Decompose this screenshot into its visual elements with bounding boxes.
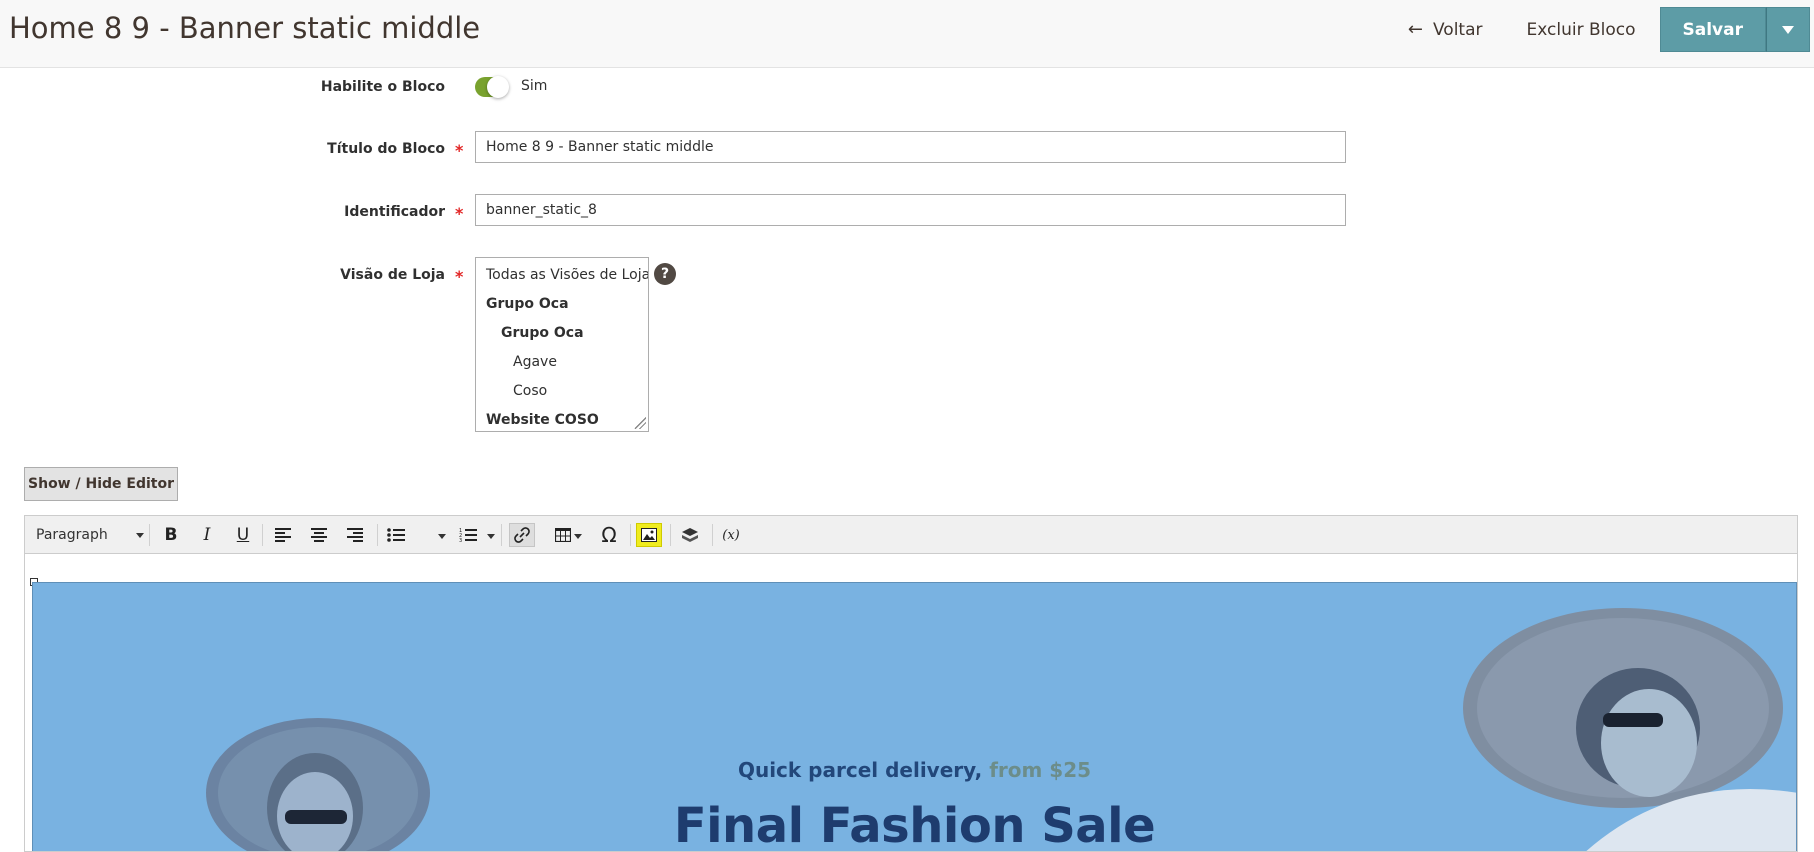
special-char-icon[interactable]: Ω xyxy=(596,523,622,547)
save-options-toggle[interactable] xyxy=(1766,7,1810,52)
format-select[interactable]: Paragraph xyxy=(36,524,144,546)
wysiwyg-editor: Paragraph B I U 123 Ω (x) Quick parcel d… xyxy=(24,515,1798,852)
help-icon[interactable]: ? xyxy=(654,263,676,285)
store-view-option[interactable]: Todas as Visões de Loja xyxy=(476,261,648,290)
identifier-label: Identificador xyxy=(344,204,445,220)
align-center-icon[interactable] xyxy=(306,523,332,547)
banner-title: Final Fashion Sale xyxy=(673,798,1156,852)
store-view-option[interactable]: Website COSO xyxy=(476,406,648,431)
store-view-option[interactable]: Grupo Oca xyxy=(476,290,648,319)
table-icon[interactable] xyxy=(550,523,576,547)
store-view-option[interactable]: Agave xyxy=(476,348,648,377)
editor-toolbar: Paragraph B I U 123 Ω (x) xyxy=(25,516,1797,554)
store-view-option[interactable]: Coso xyxy=(476,377,648,406)
back-button[interactable]: ← Voltar xyxy=(1392,7,1499,52)
align-right-icon[interactable] xyxy=(342,523,368,547)
toolbar-divider xyxy=(712,524,713,546)
arrow-left-icon: ← xyxy=(1407,19,1423,40)
link-icon[interactable] xyxy=(509,523,535,547)
toolbar-divider xyxy=(670,524,671,546)
align-left-icon[interactable] xyxy=(270,523,296,547)
store-view-option[interactable]: Grupo Oca xyxy=(476,319,648,348)
chevron-down-icon xyxy=(1782,25,1794,34)
toolbar-divider xyxy=(377,524,378,546)
image-icon[interactable] xyxy=(636,523,662,547)
page-header: Home 8 9 - Banner static middle ← Voltar… xyxy=(0,0,1814,68)
store-view-multiselect[interactable]: Todas as Visões de Loja Grupo Oca Grupo Oc… xyxy=(475,257,649,432)
chevron-down-icon[interactable] xyxy=(574,534,582,539)
banner-subtitle-price: from $25 xyxy=(989,758,1092,782)
toolbar-divider xyxy=(630,524,631,546)
chevron-down-icon[interactable] xyxy=(438,534,446,539)
variable-icon[interactable]: (x) xyxy=(718,523,744,547)
block-title-input[interactable] xyxy=(475,131,1346,163)
block-title-label: Título do Bloco xyxy=(327,141,445,157)
numbered-list-icon[interactable]: 123 xyxy=(455,523,481,547)
header-actions: ← Voltar Excluir Bloco Salvar xyxy=(1392,7,1814,52)
identifier-input[interactable] xyxy=(475,194,1346,226)
required-marker: * xyxy=(455,267,464,286)
widget-icon[interactable] xyxy=(677,523,703,547)
chevron-down-icon[interactable] xyxy=(487,534,495,539)
italic-icon[interactable]: I xyxy=(194,523,220,547)
save-split-button: Salvar xyxy=(1659,7,1810,52)
store-view-label: Visão de Loja xyxy=(340,267,445,283)
enable-block-value: Sim xyxy=(521,78,548,94)
format-select-label: Paragraph xyxy=(36,527,108,543)
chevron-down-icon xyxy=(136,533,144,538)
bold-icon[interactable]: B xyxy=(158,523,184,547)
toolbar-divider xyxy=(262,524,263,546)
required-marker: * xyxy=(455,141,464,160)
banner-subtitle: Quick parcel delivery, from $25 xyxy=(33,758,1796,782)
resize-grip-icon[interactable] xyxy=(634,417,646,429)
required-marker: * xyxy=(455,204,464,223)
enable-block-toggle[interactable] xyxy=(475,76,509,98)
page-title: Home 8 9 - Banner static middle xyxy=(9,11,481,45)
banner-image[interactable]: Quick parcel delivery, from $25 Final Fa… xyxy=(32,582,1797,852)
banner-subtitle-main: Quick parcel delivery, xyxy=(737,758,990,782)
save-button[interactable]: Salvar xyxy=(1659,7,1766,52)
underline-icon[interactable]: U xyxy=(230,523,256,547)
enable-block-label: Habilite o Bloco xyxy=(320,79,445,95)
show-hide-editor-button[interactable]: Show / Hide Editor xyxy=(24,467,178,501)
svg-text:3: 3 xyxy=(459,538,462,542)
back-button-label: Voltar xyxy=(1433,19,1483,40)
toggle-knob xyxy=(487,76,509,98)
toolbar-divider xyxy=(149,524,150,546)
delete-block-button[interactable]: Excluir Bloco xyxy=(1499,7,1660,52)
toolbar-divider xyxy=(501,524,502,546)
editor-content[interactable]: Quick parcel delivery, from $25 Final Fa… xyxy=(25,555,1797,852)
bullet-list-icon[interactable] xyxy=(383,523,409,547)
